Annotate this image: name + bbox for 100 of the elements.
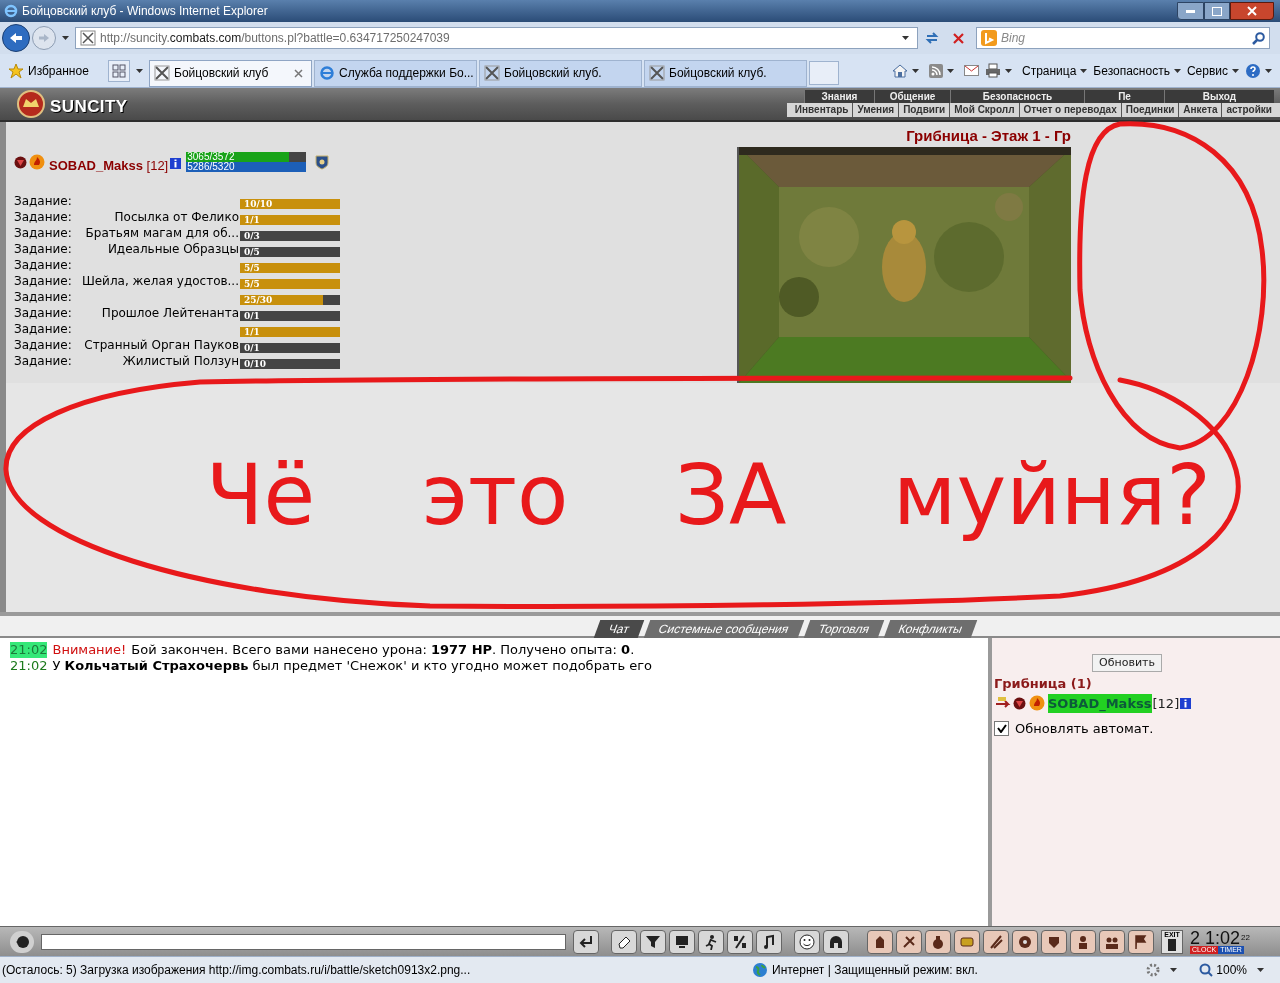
- speaker-button[interactable]: [10, 930, 34, 953]
- door-icon: [1168, 938, 1176, 951]
- caret-icon: [1170, 968, 1178, 972]
- quest-title: Посылка от Фелико: [114, 209, 239, 224]
- restore-icon: [1212, 6, 1222, 16]
- room-title: Грибница (1): [994, 675, 1093, 693]
- browser-tab[interactable]: Бойцовский клуб.: [644, 59, 807, 87]
- caret-icon: [1173, 68, 1181, 73]
- browser-tab[interactable]: Бойцовский клуб: [149, 59, 312, 87]
- info-icon[interactable]: [1180, 697, 1192, 709]
- progress-reading: 1/1: [244, 215, 260, 225]
- browser-tab[interactable]: Бойцовский клуб.: [479, 59, 642, 87]
- chat-tab[interactable]: Чат: [594, 620, 645, 638]
- close-icon: [1247, 6, 1257, 16]
- menu-link[interactable]: Мой Скролл: [949, 103, 1019, 117]
- search-field[interactable]: Bing: [976, 27, 1270, 49]
- crossed-swords-icon: [649, 65, 665, 81]
- clock-seconds: 22: [1241, 931, 1250, 944]
- chat-tab[interactable]: Торговля: [803, 620, 885, 638]
- quest-title: Шейла, желая удостов...: [81, 273, 239, 288]
- user-name[interactable]: SOBAD_Makss: [1048, 693, 1152, 713]
- menu-link[interactable]: Анкета: [1178, 103, 1222, 117]
- running-figure-icon: [703, 933, 719, 950]
- progress-reading: 5/5: [244, 279, 260, 289]
- crossed-swords-icon: [484, 65, 500, 81]
- quest-label: Задание:: [14, 209, 73, 225]
- close-button[interactable]: [1230, 2, 1274, 20]
- minimize-icon: [1186, 9, 1195, 13]
- quest-label: Задание:: [14, 337, 73, 353]
- helmet-button[interactable]: [823, 929, 849, 954]
- pouch-button[interactable]: [925, 929, 951, 954]
- person-button[interactable]: [1070, 929, 1096, 954]
- message-time: 21:02: [10, 658, 48, 674]
- chat-input[interactable]: [41, 933, 566, 950]
- address-field[interactable]: http://suncity.combats.com/buttons.pl?battle=0.634717250247039: [75, 27, 918, 49]
- clock-time: 2 1:02: [1190, 929, 1241, 946]
- monitor-button[interactable]: [669, 929, 695, 954]
- clan-shield-icon: [315, 155, 330, 170]
- filter-button[interactable]: [640, 929, 666, 954]
- magnifier-icon: [1199, 963, 1214, 977]
- caret-icon: [911, 68, 919, 73]
- group-button[interactable]: [1099, 929, 1125, 954]
- menu-link[interactable]: астройки: [1221, 103, 1276, 117]
- browser-icon: [4, 4, 18, 18]
- menu-link[interactable]: Инвентарь: [790, 103, 853, 117]
- mail-button[interactable]: [963, 65, 979, 76]
- menu-link[interactable]: Общение: [874, 90, 950, 103]
- chat-tab[interactable]: Системные сообщения: [643, 620, 804, 638]
- menu-link[interactable]: Поединки: [1120, 103, 1179, 117]
- scroll-button[interactable]: [954, 929, 980, 954]
- menu-link[interactable]: Выход: [1164, 90, 1274, 103]
- search-input[interactable]: Bing: [1001, 29, 1248, 47]
- quick-tabs-button[interactable]: [108, 59, 130, 82]
- favorites-button[interactable]: Избранное: [4, 58, 106, 83]
- enter-arrow-button[interactable]: [573, 929, 599, 954]
- chat-tab[interactable]: Конфликты: [883, 620, 978, 638]
- envelope-icon: [963, 65, 979, 76]
- status-text: (Осталось: 5) Загрузка изображения http://img.combats.ru/i/battle/sketch0913x2.png...: [2, 962, 472, 979]
- menu-link[interactable]: Умения: [852, 103, 899, 117]
- menu-link[interactable]: Безопасность: [950, 90, 1084, 103]
- music-note-button[interactable]: [756, 929, 782, 954]
- progress-reading: 5/5: [244, 263, 260, 273]
- bar-reading: 3065/3572: [187, 152, 235, 162]
- bing-logo-icon: [981, 30, 997, 46]
- command-menu[interactable]: Безопасность: [1093, 61, 1181, 80]
- caret-icon: [1265, 68, 1272, 73]
- caret-icon: [946, 68, 954, 73]
- back-button[interactable]: [2, 24, 30, 52]
- right-arrow-icon: [38, 33, 50, 43]
- menu-link[interactable]: Знания: [804, 90, 874, 103]
- eraser-button[interactable]: [611, 929, 637, 954]
- progress-reading: 0/5: [244, 247, 260, 257]
- checkbox-label: Обновлять автомат.: [1015, 720, 1154, 738]
- running-figure-button[interactable]: [698, 929, 724, 954]
- filter-icon: [645, 933, 661, 950]
- menu-link[interactable]: Отчет о переводах: [1018, 103, 1121, 117]
- figure-button[interactable]: [867, 929, 893, 954]
- command-menu[interactable]: Сервис: [1186, 61, 1239, 80]
- minimize-button[interactable]: [1177, 2, 1204, 20]
- command-menu[interactable]: Страница: [1021, 61, 1088, 80]
- zoom-button[interactable]: 100%: [1199, 961, 1247, 979]
- refresh-button[interactable]: Обновить: [1092, 654, 1162, 672]
- player-name: SOBAD_Makss [12]: [49, 157, 169, 175]
- progress-reading: 0/1: [244, 343, 260, 353]
- flag-button[interactable]: [1128, 929, 1154, 954]
- tab-label: Бойцовский клуб.: [669, 65, 767, 82]
- maximize-button[interactable]: [1204, 2, 1230, 20]
- info-icon[interactable]: [170, 158, 182, 169]
- progress-reading: 10/10: [244, 199, 273, 209]
- progress-reading: 25/30: [244, 295, 273, 305]
- fire-orb-icon: [29, 154, 45, 170]
- search-icon: [1252, 31, 1265, 45]
- progress-reading: 0/1: [244, 311, 260, 321]
- browser-tab[interactable]: Служба поддержки Бо...: [314, 59, 477, 87]
- menu-link[interactable]: Пе: [1084, 90, 1164, 103]
- smiley-button[interactable]: [794, 929, 820, 954]
- slash-button[interactable]: [727, 929, 753, 954]
- checkbox[interactable]: [994, 721, 1009, 737]
- menu-link[interactable]: Подвиги: [898, 103, 950, 117]
- close-icon[interactable]: [294, 68, 303, 78]
